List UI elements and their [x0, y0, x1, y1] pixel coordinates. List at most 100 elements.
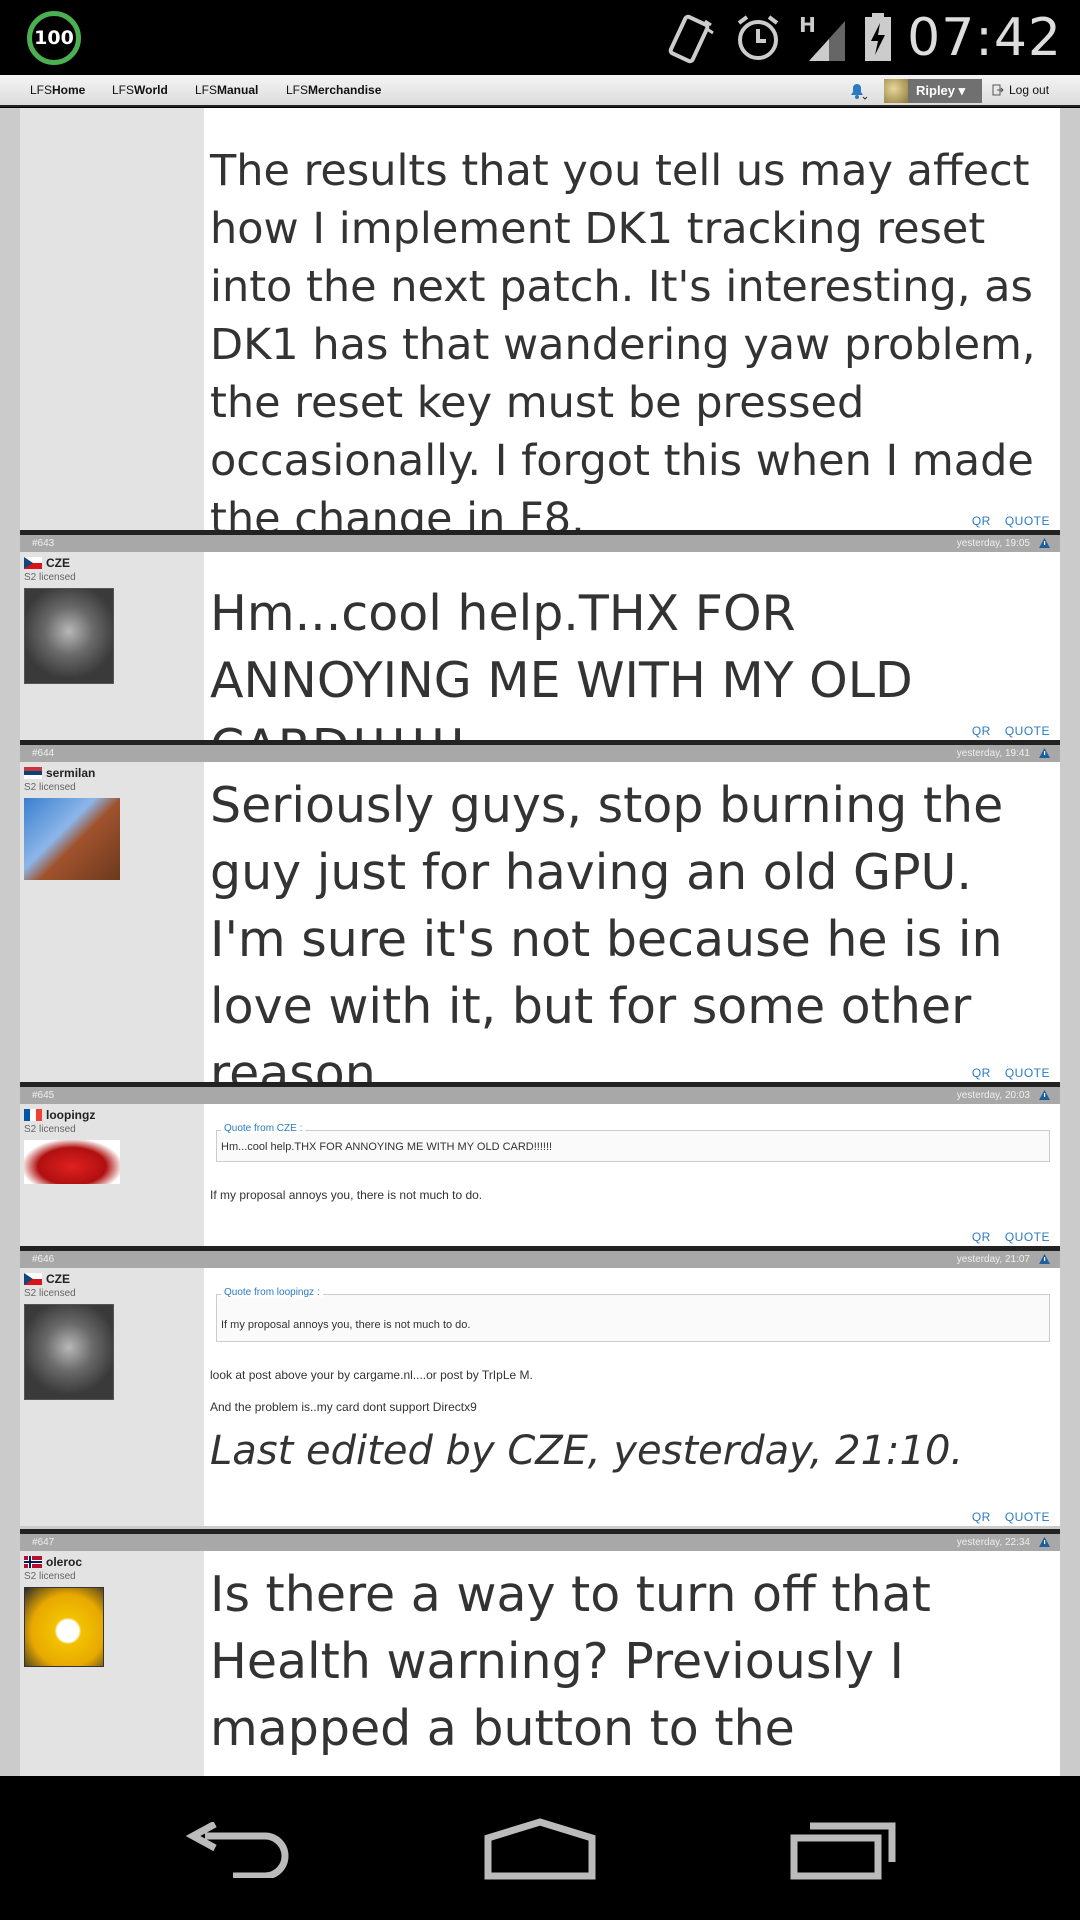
nav-link-merchandise[interactable]: LFSMerchandise	[286, 83, 381, 97]
author-name[interactable]: oleroc	[46, 1555, 82, 1569]
quote-button[interactable]: QUOTE	[1005, 1510, 1050, 1524]
user-avatar	[884, 79, 908, 103]
quote-button[interactable]: QUOTE	[1005, 514, 1050, 528]
flag-rs-icon	[24, 767, 42, 779]
post-text: And the problem is..my card dont support…	[210, 1400, 477, 1414]
author-avatar[interactable]	[24, 798, 120, 880]
quote-button[interactable]: QUOTE	[1005, 724, 1050, 738]
report-icon[interactable]	[1039, 1254, 1050, 1264]
author-name[interactable]: CZE	[46, 556, 70, 570]
post-message: The results that you tell us may affect …	[204, 108, 1060, 544]
android-nav-bar	[0, 1776, 1080, 1920]
logout-icon	[992, 84, 1004, 96]
post-text: Is there a way to turn off that Health w…	[210, 1566, 931, 1757]
post-646: #646 yesterday, 21:07 CZE S2 licensed Qu…	[20, 1251, 1060, 1526]
license-label: S2 licensed	[24, 1124, 76, 1135]
flag-cz-icon	[24, 557, 42, 569]
site-nav-bar: LFSHome LFSWorld LFSManual LFSMerchandis…	[0, 75, 1080, 107]
license-label: S2 licensed	[24, 572, 76, 583]
status-bar: 100 H 07:42	[0, 0, 1080, 75]
report-icon[interactable]	[1039, 1090, 1050, 1100]
user-menu-button[interactable]: Ripley ▾	[884, 79, 982, 103]
home-icon[interactable]	[484, 1818, 596, 1880]
post-text: Seriously guys, stop burning the guy jus…	[210, 777, 1004, 1102]
post-text: If my proposal annoys you, there is not …	[210, 1188, 483, 1202]
post-number[interactable]: #645	[32, 1090, 54, 1101]
nav-link-manual[interactable]: LFSManual	[195, 83, 258, 97]
post-header: #646 yesterday, 21:07	[20, 1251, 1060, 1268]
author-avatar[interactable]	[24, 588, 114, 684]
post-message: Hm...cool help.THX FOR ANNOYING ME WITH …	[204, 552, 1060, 776]
nav-link-label: Manual	[217, 83, 259, 97]
logout-link[interactable]: Log out	[992, 83, 1049, 97]
post-number[interactable]: #646	[32, 1254, 54, 1265]
nav-link-home[interactable]: LFSHome	[30, 83, 85, 97]
quote-source[interactable]: Quote from CZE :	[221, 1123, 306, 1134]
quote-button[interactable]: QUOTE	[1005, 1066, 1050, 1080]
report-icon[interactable]	[1039, 538, 1050, 548]
quote-button[interactable]: QUOTE	[1005, 1230, 1050, 1244]
report-icon[interactable]	[1039, 748, 1050, 758]
quote-block: Quote from loopingz : If my proposal ann…	[216, 1287, 1050, 1342]
clock: 07:42	[907, 8, 1062, 68]
nav-link-prefix: LFS	[30, 83, 53, 97]
quote-block: Quote from CZE : Hm...cool help.THX FOR …	[216, 1123, 1050, 1162]
post-header: #644 yesterday, 19:41	[20, 745, 1060, 762]
battery-charging-icon	[865, 13, 892, 61]
post-time: yesterday, 21:07	[956, 1254, 1030, 1265]
post-644: #644 yesterday, 19:41 sermilan S2 licens…	[20, 745, 1060, 1102]
post-header: #647 yesterday, 22:34	[20, 1534, 1060, 1551]
edited-note: Last edited by CZE, yesterday, 21:10.	[210, 1428, 964, 1474]
post-text: look at post above your by cargame.nl...…	[210, 1368, 533, 1382]
post-643: #643 yesterday, 19:05 CZE S2 licensed Hm…	[20, 535, 1060, 776]
post-message: Seriously guys, stop burning the guy jus…	[204, 762, 1060, 1102]
author-column	[20, 108, 204, 530]
post-header: #643 yesterday, 19:05	[20, 535, 1060, 552]
back-icon[interactable]	[185, 1822, 291, 1878]
post-message: Quote from loopingz : If my proposal ann…	[204, 1268, 1060, 1526]
qr-button[interactable]: QR	[972, 724, 991, 738]
post-642: The results that you tell us may affect …	[20, 108, 1060, 544]
author-avatar[interactable]	[24, 1140, 120, 1184]
qr-button[interactable]: QR	[972, 1066, 991, 1080]
post-number[interactable]: #644	[32, 748, 54, 759]
nav-link-label: Merchandise	[308, 83, 382, 97]
notification-bell-icon[interactable]	[848, 82, 868, 100]
quote-source[interactable]: Quote from loopingz :	[221, 1287, 323, 1298]
nav-link-prefix: LFS	[286, 83, 309, 97]
post-number[interactable]: #643	[32, 538, 54, 549]
author-column: CZE S2 licensed	[20, 1268, 204, 1526]
flag-no-icon	[24, 1556, 42, 1568]
qr-button[interactable]: QR	[972, 1510, 991, 1524]
author-name[interactable]: CZE	[46, 1272, 70, 1286]
author-column: sermilan S2 licensed	[20, 762, 204, 1082]
post-number[interactable]: #647	[32, 1537, 54, 1548]
report-icon[interactable]	[1039, 1537, 1050, 1547]
author-avatar[interactable]	[24, 1587, 104, 1667]
recent-apps-icon[interactable]	[790, 1816, 898, 1880]
quote-text: Hm...cool help.THX FOR ANNOYING ME WITH …	[221, 1141, 553, 1153]
author-name[interactable]: loopingz	[46, 1108, 95, 1122]
post-time: yesterday, 20:03	[956, 1090, 1030, 1101]
author-column: CZE S2 licensed	[20, 552, 204, 740]
post-time: yesterday, 19:41	[956, 748, 1030, 759]
author-column: loopingz S2 licensed	[20, 1104, 204, 1246]
nav-link-label: Home	[52, 83, 86, 97]
post-message: Is there a way to turn off that Health w…	[204, 1551, 1060, 1776]
author-name[interactable]: sermilan	[46, 766, 95, 780]
author-avatar[interactable]	[24, 1304, 114, 1400]
post-645: #645 yesterday, 20:03 loopingz S2 licens…	[20, 1087, 1060, 1246]
battery-level-indicator: 100	[27, 11, 81, 65]
post-647: #647 yesterday, 22:34 oleroc S2 licensed…	[20, 1534, 1060, 1776]
post-message: Quote from CZE : Hm...cool help.THX FOR …	[204, 1104, 1060, 1246]
nav-link-world[interactable]: LFSWorld	[112, 83, 168, 97]
post-time: yesterday, 22:34	[956, 1537, 1030, 1548]
post-header: #645 yesterday, 20:03	[20, 1087, 1060, 1104]
signal-icon: H	[799, 11, 849, 65]
username: Ripley ▾	[916, 83, 966, 98]
license-label: S2 licensed	[24, 1288, 76, 1299]
qr-button[interactable]: QR	[972, 514, 991, 528]
qr-button[interactable]: QR	[972, 1230, 991, 1244]
logout-label: Log out	[1009, 83, 1050, 97]
thread-content: The results that you tell us may affect …	[0, 108, 1080, 1776]
